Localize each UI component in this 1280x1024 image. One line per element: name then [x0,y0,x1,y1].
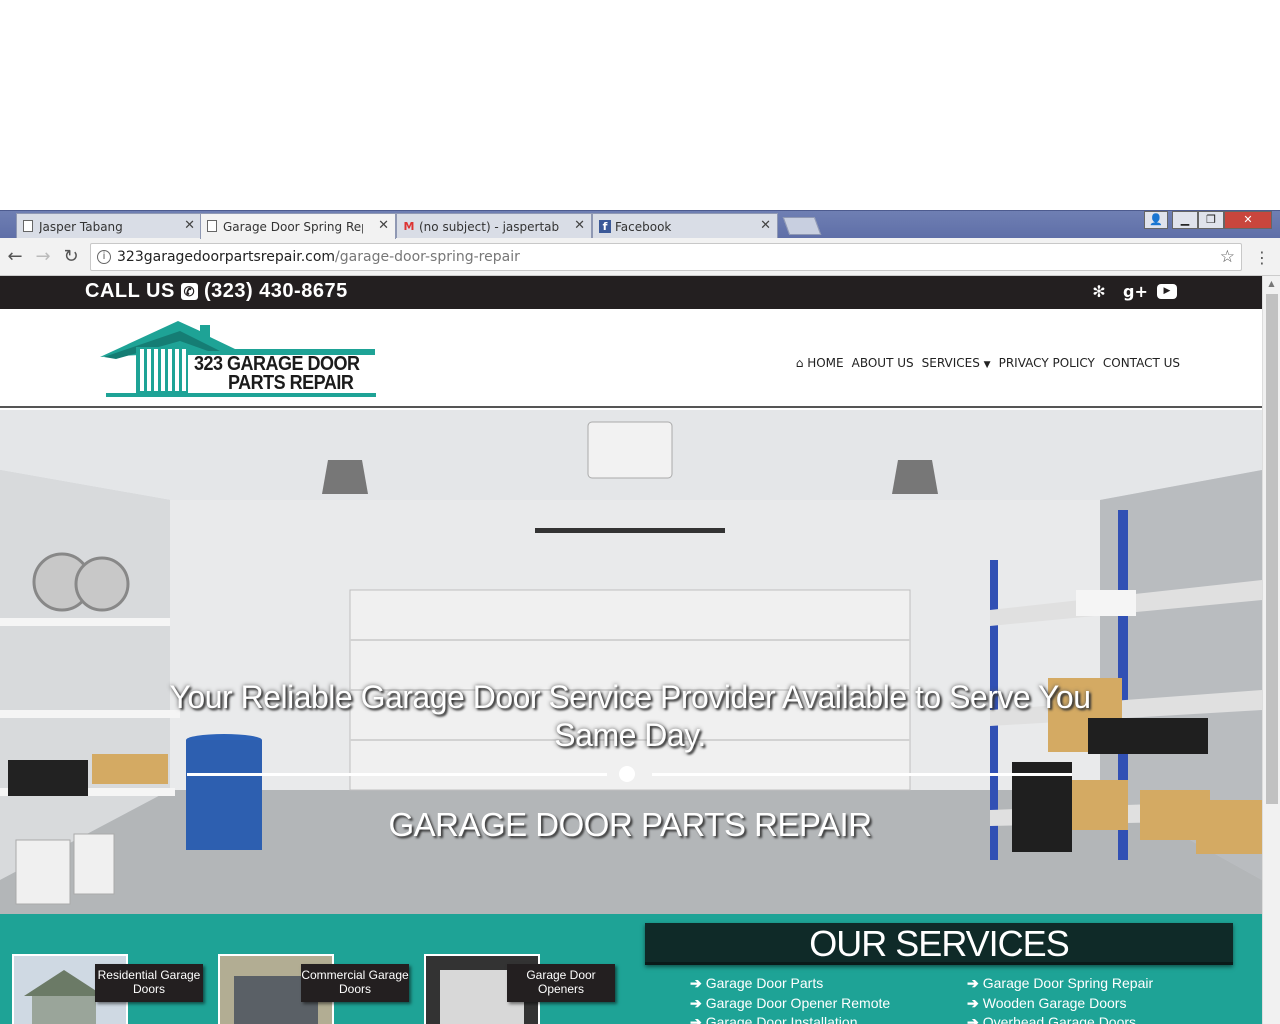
commercial-label[interactable]: Commercial Garage Doors [301,964,409,1002]
nav-contact[interactable]: CONTACT US [1103,356,1180,370]
nav-services[interactable]: SERVICES ▼ [922,356,991,370]
close-icon[interactable]: ✕ [574,218,585,233]
services-section: Residential Garage Doors Commercial Gara… [0,914,1262,1024]
tab-jasper-tabang[interactable]: Jasper Tabang ✕ [16,213,202,239]
close-icon[interactable]: ✕ [184,218,195,233]
url-path: /garage-door-spring-repair [335,249,520,265]
service-link-label: Garage Door Spring Repair [982,975,1154,991]
phone-icon: ✆ [180,283,198,300]
reload-icon[interactable]: ↻ [60,246,82,268]
nav-home-label: HOME [807,356,844,370]
service-link[interactable]: ➔ Wooden Garage Doors [967,995,1126,1012]
arrow-right-icon: ➔ [967,975,979,991]
service-link[interactable]: ➔ Garage Door Installation [690,1014,858,1024]
call-label: CALL US [85,280,175,302]
address-bar[interactable]: i 323garagedoorpartsrepair.com/garage-do… [90,243,1242,271]
service-link[interactable]: ➔ Garage Door Parts [690,975,823,992]
arrow-right-icon: ➔ [967,995,979,1011]
nav-privacy[interactable]: PRIVACY POLICY [999,356,1095,370]
url-host: 323garagedoorpartsrepair.com [117,249,336,265]
phone-number: (323) 430-8675 [203,280,348,302]
service-link-label: Garage Door Opener Remote [705,995,891,1011]
new-tab-button[interactable] [782,217,822,235]
document-icon [207,220,217,232]
restore-button[interactable]: ❐ [1198,211,1224,229]
top-contact-bar: CALL US ✆ (323) 430-8675 ✻ g+ ▶ [0,276,1262,309]
divider-line [652,773,1072,776]
tab-label: Garage Door Spring Repa [223,219,363,234]
service-link[interactable]: ➔ Garage Door Spring Repair [967,975,1153,992]
scroll-up-icon[interactable]: ▲ [1263,276,1280,292]
browser-tabstrip: Jasper Tabang ✕ Garage Door Spring Repa … [0,210,1280,239]
vertical-scrollbar[interactable]: ▲ [1262,276,1280,1024]
main-nav: ⌂ HOME ABOUT US SERVICES ▼ PRIVACY POLIC… [796,356,1180,370]
info-icon[interactable]: i [97,250,111,264]
home-icon: ⌂ [795,356,804,370]
arrow-right-icon: ➔ [690,995,702,1011]
bookmark-star-icon[interactable]: ☆ [1220,244,1235,270]
openers-label[interactable]: Garage Door Openers [507,964,615,1002]
nav-about[interactable]: ABOUT US [852,356,914,370]
blank-area [0,0,1280,210]
call-us[interactable]: CALL US ✆ (323) 430-8675 [85,280,348,303]
service-link[interactable]: ➔ Overhead Garage Doors [967,1014,1136,1024]
caret-down-icon: ▼ [983,360,991,370]
page-viewport: CALL US ✆ (323) 430-8675 ✻ g+ ▶ 323 GARA… [0,276,1262,1024]
service-link-label: Wooden Garage Doors [982,995,1127,1011]
tab-label: Jasper Tabang [39,219,123,234]
scroll-thumb[interactable] [1266,294,1278,804]
close-icon[interactable]: ✕ [760,218,771,233]
document-icon [23,220,33,232]
back-icon[interactable]: ← [4,246,26,268]
youtube-icon[interactable]: ▶ [1157,284,1177,299]
arrow-right-icon: ➔ [690,1014,702,1024]
service-link-label: Garage Door Installation [705,1014,858,1024]
tab-gmail[interactable]: M (no subject) - jaspertaba ✕ [396,213,592,239]
arrow-right-icon: ➔ [967,1014,979,1024]
divider-dot [619,766,635,782]
facebook-icon: f [599,220,611,233]
tab-label: Facebook [615,219,672,234]
google-plus-icon[interactable]: g+ [1123,282,1148,302]
logo-line2: PARTS REPAIR [228,370,354,394]
minimize-button[interactable]: ▁ [1172,211,1198,229]
divider-line [187,773,607,776]
hero-subtitle: GARAGE DOOR PARTS REPAIR [388,806,872,843]
tab-label: (no subject) - jaspertaba [419,219,559,234]
site-header: 323 GARAGE DOOR PARTS REPAIR ⌂ HOME ABOU… [0,309,1262,408]
gmail-icon: M [403,220,415,233]
arrow-right-icon: ➔ [690,975,702,991]
user-icon[interactable]: 👤 [1144,211,1168,229]
nav-services-label: SERVICES [921,356,980,370]
residential-label[interactable]: Residential Garage Doors [95,964,203,1002]
hero-tagline: Your Reliable Garage Door Service Provid… [169,679,1091,753]
tab-facebook[interactable]: f Facebook ✕ [592,213,778,239]
window-close-button[interactable]: ✕ [1224,211,1272,229]
tab-garage-door-spring-repair[interactable]: Garage Door Spring Repa ✕ [200,213,396,239]
service-link[interactable]: ➔ Garage Door Opener Remote [690,995,890,1012]
forward-icon[interactable]: → [32,246,54,268]
hero-banner: Your Reliable Garage Door Service Provid… [0,410,1262,914]
nav-home[interactable]: ⌂ HOME [796,356,844,370]
yelp-icon[interactable]: ✻ [1089,282,1109,302]
service-link-label: Garage Door Parts [705,975,824,991]
our-services-title: OUR SERVICES [645,923,1233,965]
site-logo[interactable]: 323 GARAGE DOOR PARTS REPAIR [100,321,378,401]
menu-icon[interactable]: ⋮ [1254,248,1270,267]
browser-toolbar: ← → ↻ i 323garagedoorpartsrepair.com/gar… [0,238,1280,276]
close-icon[interactable]: ✕ [378,218,389,233]
service-link-label: Overhead Garage Doors [982,1014,1137,1024]
